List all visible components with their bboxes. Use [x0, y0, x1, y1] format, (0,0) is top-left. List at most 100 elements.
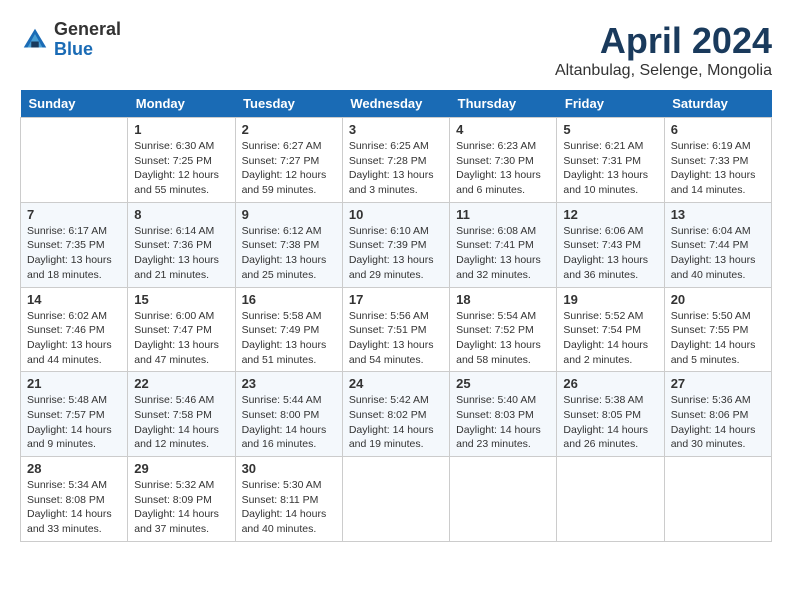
daylight: Daylight: 14 hours and 9 minutes.	[27, 423, 121, 452]
col-thursday: Thursday	[450, 90, 557, 118]
day-info: Sunrise: 5:42 AM Sunset: 8:02 PM Dayligh…	[349, 393, 443, 452]
sunrise: Sunrise: 5:52 AM	[563, 309, 657, 324]
daylight: Daylight: 14 hours and 37 minutes.	[134, 507, 228, 536]
daylight: Daylight: 14 hours and 33 minutes.	[27, 507, 121, 536]
week-row-4: 21 Sunrise: 5:48 AM Sunset: 7:57 PM Dayl…	[21, 372, 772, 457]
logo: General Blue	[20, 20, 121, 60]
day-number: 18	[456, 292, 550, 307]
sunrise: Sunrise: 6:30 AM	[134, 139, 228, 154]
calendar-cell: 5 Sunrise: 6:21 AM Sunset: 7:31 PM Dayli…	[557, 118, 664, 203]
daylight: Daylight: 13 hours and 40 minutes.	[671, 253, 765, 282]
day-info: Sunrise: 5:56 AM Sunset: 7:51 PM Dayligh…	[349, 309, 443, 368]
sunrise: Sunrise: 5:48 AM	[27, 393, 121, 408]
day-info: Sunrise: 5:34 AM Sunset: 8:08 PM Dayligh…	[27, 478, 121, 537]
day-info: Sunrise: 6:10 AM Sunset: 7:39 PM Dayligh…	[349, 224, 443, 283]
day-info: Sunrise: 6:06 AM Sunset: 7:43 PM Dayligh…	[563, 224, 657, 283]
sunset: Sunset: 8:05 PM	[563, 408, 657, 423]
sunrise: Sunrise: 5:34 AM	[27, 478, 121, 493]
location: Altanbulag, Selenge, Mongolia	[555, 62, 772, 80]
calendar-table: Sunday Monday Tuesday Wednesday Thursday…	[20, 90, 772, 542]
day-number: 7	[27, 207, 121, 222]
sunset: Sunset: 7:27 PM	[242, 154, 336, 169]
day-number: 16	[242, 292, 336, 307]
calendar-cell	[664, 457, 771, 542]
daylight: Daylight: 13 hours and 47 minutes.	[134, 338, 228, 367]
sunset: Sunset: 8:06 PM	[671, 408, 765, 423]
page-header: General Blue April 2024 Altanbulag, Sele…	[20, 20, 772, 80]
day-number: 21	[27, 376, 121, 391]
col-wednesday: Wednesday	[342, 90, 449, 118]
col-tuesday: Tuesday	[235, 90, 342, 118]
day-number: 19	[563, 292, 657, 307]
calendar-cell: 15 Sunrise: 6:00 AM Sunset: 7:47 PM Dayl…	[128, 287, 235, 372]
daylight: Daylight: 14 hours and 30 minutes.	[671, 423, 765, 452]
sunrise: Sunrise: 5:46 AM	[134, 393, 228, 408]
sunset: Sunset: 7:57 PM	[27, 408, 121, 423]
calendar-cell: 2 Sunrise: 6:27 AM Sunset: 7:27 PM Dayli…	[235, 118, 342, 203]
daylight: Daylight: 13 hours and 3 minutes.	[349, 168, 443, 197]
calendar-cell: 25 Sunrise: 5:40 AM Sunset: 8:03 PM Dayl…	[450, 372, 557, 457]
calendar-cell: 19 Sunrise: 5:52 AM Sunset: 7:54 PM Dayl…	[557, 287, 664, 372]
sunrise: Sunrise: 6:23 AM	[456, 139, 550, 154]
day-info: Sunrise: 5:44 AM Sunset: 8:00 PM Dayligh…	[242, 393, 336, 452]
day-number: 2	[242, 122, 336, 137]
day-number: 30	[242, 461, 336, 476]
sunset: Sunset: 8:09 PM	[134, 493, 228, 508]
calendar-cell	[342, 457, 449, 542]
daylight: Daylight: 13 hours and 58 minutes.	[456, 338, 550, 367]
day-info: Sunrise: 6:02 AM Sunset: 7:46 PM Dayligh…	[27, 309, 121, 368]
day-number: 24	[349, 376, 443, 391]
sunset: Sunset: 7:38 PM	[242, 238, 336, 253]
sunset: Sunset: 8:08 PM	[27, 493, 121, 508]
calendar-cell: 9 Sunrise: 6:12 AM Sunset: 7:38 PM Dayli…	[235, 202, 342, 287]
sunrise: Sunrise: 6:00 AM	[134, 309, 228, 324]
calendar-cell: 27 Sunrise: 5:36 AM Sunset: 8:06 PM Dayl…	[664, 372, 771, 457]
day-number: 10	[349, 207, 443, 222]
daylight: Daylight: 14 hours and 2 minutes.	[563, 338, 657, 367]
day-info: Sunrise: 6:12 AM Sunset: 7:38 PM Dayligh…	[242, 224, 336, 283]
col-friday: Friday	[557, 90, 664, 118]
day-info: Sunrise: 5:54 AM Sunset: 7:52 PM Dayligh…	[456, 309, 550, 368]
sunrise: Sunrise: 6:17 AM	[27, 224, 121, 239]
sunset: Sunset: 7:54 PM	[563, 323, 657, 338]
sunset: Sunset: 7:28 PM	[349, 154, 443, 169]
sunset: Sunset: 7:41 PM	[456, 238, 550, 253]
daylight: Daylight: 14 hours and 19 minutes.	[349, 423, 443, 452]
sunset: Sunset: 7:30 PM	[456, 154, 550, 169]
month-title: April 2024	[555, 20, 772, 62]
calendar-cell	[450, 457, 557, 542]
sunrise: Sunrise: 5:44 AM	[242, 393, 336, 408]
day-number: 25	[456, 376, 550, 391]
sunset: Sunset: 7:55 PM	[671, 323, 765, 338]
day-number: 5	[563, 122, 657, 137]
calendar-cell: 14 Sunrise: 6:02 AM Sunset: 7:46 PM Dayl…	[21, 287, 128, 372]
sunrise: Sunrise: 5:58 AM	[242, 309, 336, 324]
day-number: 3	[349, 122, 443, 137]
day-number: 14	[27, 292, 121, 307]
day-number: 17	[349, 292, 443, 307]
sunrise: Sunrise: 6:06 AM	[563, 224, 657, 239]
calendar-cell: 16 Sunrise: 5:58 AM Sunset: 7:49 PM Dayl…	[235, 287, 342, 372]
sunrise: Sunrise: 6:12 AM	[242, 224, 336, 239]
day-info: Sunrise: 6:04 AM Sunset: 7:44 PM Dayligh…	[671, 224, 765, 283]
calendar-cell: 12 Sunrise: 6:06 AM Sunset: 7:43 PM Dayl…	[557, 202, 664, 287]
day-info: Sunrise: 6:08 AM Sunset: 7:41 PM Dayligh…	[456, 224, 550, 283]
daylight: Daylight: 14 hours and 26 minutes.	[563, 423, 657, 452]
calendar-cell	[21, 118, 128, 203]
day-number: 6	[671, 122, 765, 137]
calendar-cell	[557, 457, 664, 542]
calendar-cell: 8 Sunrise: 6:14 AM Sunset: 7:36 PM Dayli…	[128, 202, 235, 287]
header-row: Sunday Monday Tuesday Wednesday Thursday…	[21, 90, 772, 118]
day-info: Sunrise: 6:30 AM Sunset: 7:25 PM Dayligh…	[134, 139, 228, 198]
sunrise: Sunrise: 5:38 AM	[563, 393, 657, 408]
sunrise: Sunrise: 5:36 AM	[671, 393, 765, 408]
daylight: Daylight: 14 hours and 5 minutes.	[671, 338, 765, 367]
sunset: Sunset: 7:39 PM	[349, 238, 443, 253]
calendar-cell: 4 Sunrise: 6:23 AM Sunset: 7:30 PM Dayli…	[450, 118, 557, 203]
daylight: Daylight: 13 hours and 10 minutes.	[563, 168, 657, 197]
day-info: Sunrise: 5:30 AM Sunset: 8:11 PM Dayligh…	[242, 478, 336, 537]
calendar-cell: 6 Sunrise: 6:19 AM Sunset: 7:33 PM Dayli…	[664, 118, 771, 203]
sunrise: Sunrise: 6:21 AM	[563, 139, 657, 154]
day-number: 28	[27, 461, 121, 476]
calendar-cell: 11 Sunrise: 6:08 AM Sunset: 7:41 PM Dayl…	[450, 202, 557, 287]
